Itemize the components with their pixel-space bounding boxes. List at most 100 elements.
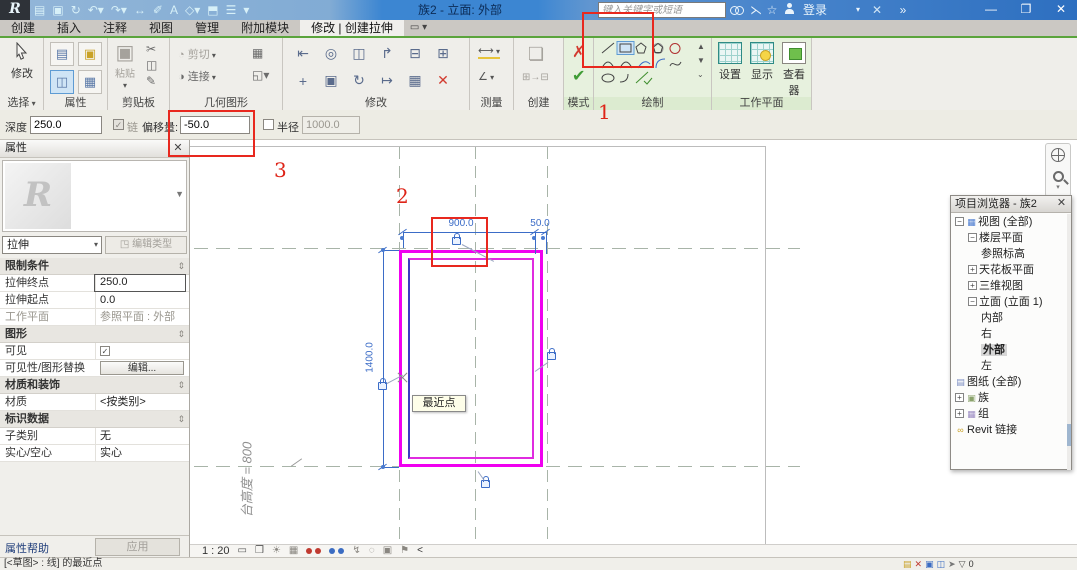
reference-plane-right[interactable] — [547, 147, 548, 543]
cut-geometry-button[interactable]: ◔ 剪切 — [178, 46, 216, 62]
constraints-icon[interactable]: ⚑ — [400, 545, 409, 557]
tree-item-views[interactable]: −▦视图 (全部) — [951, 214, 1071, 230]
type-selector-dropdown-icon[interactable]: ▼ — [175, 189, 184, 199]
workplane-show-button[interactable]: 显示 — [746, 42, 778, 82]
prop-row-material[interactable]: 材质 <按类别> — [0, 394, 189, 411]
collapse-icon[interactable]: − — [955, 217, 964, 226]
depth-input[interactable] — [30, 116, 102, 134]
sun-path-icon[interactable]: ☀ — [272, 545, 281, 557]
project-browser-header[interactable]: 项目浏览器 - 族2 ✕ — [951, 196, 1071, 213]
paste-icon[interactable]: ▣ 粘贴 — [112, 40, 138, 91]
constraint-lock-left-icon[interactable] — [378, 382, 387, 390]
tree-item-left[interactable]: 左 — [951, 358, 1071, 374]
split-icon[interactable]: ⊟ — [409, 45, 421, 62]
browser-scrollbar[interactable] — [1067, 214, 1071, 470]
section-icon[interactable]: ⬒ — [207, 3, 218, 17]
reveal-hidden-elements-icon[interactable] — [329, 547, 344, 555]
tree-item-ref-level[interactable]: 参照标高 — [951, 246, 1071, 262]
default-3d-view-icon[interactable]: ◇▾ — [185, 3, 200, 17]
tree-item-3d-views[interactable]: +三维视图 — [951, 278, 1071, 294]
filter-icon[interactable]: ▽ — [959, 558, 966, 570]
exchange-apps-icon[interactable]: ✕ — [868, 0, 886, 20]
properties-toggle-icon[interactable]: ◫ — [50, 70, 74, 94]
favorites-star-icon[interactable]: ☆ — [764, 0, 780, 20]
open-icon[interactable]: ▤ — [34, 3, 45, 17]
visibility-edit-button[interactable]: 编辑... — [100, 361, 184, 375]
properties-panel-header[interactable]: 属性 ✕ — [0, 140, 189, 158]
properties-palette-icon[interactable]: ▤ — [50, 42, 74, 66]
temporary-hide-isolate-icon[interactable] — [306, 547, 321, 555]
sync-icon[interactable]: ↻ — [71, 3, 81, 17]
shadows-icon[interactable]: ▦ — [289, 545, 298, 557]
exclude-options-icon[interactable]: ✕ — [915, 558, 923, 570]
crop-region-top[interactable] — [190, 146, 765, 147]
tree-item-floor-plans[interactable]: −楼层平面 — [951, 230, 1071, 246]
sign-in-label[interactable]: 登录 — [798, 0, 832, 20]
infocenter-expand-icon[interactable]: » — [895, 0, 911, 20]
aligned-dimension-icon[interactable]: ✐ — [153, 3, 163, 17]
expand-icon[interactable]: + — [968, 265, 977, 274]
copy-icon[interactable]: ▣ — [324, 72, 337, 89]
view-scale[interactable]: 1 : 20 — [202, 545, 230, 557]
tab-view[interactable]: 视图 — [138, 20, 184, 36]
tree-item-revit-links[interactable]: ∞Revit 链接 — [951, 422, 1071, 438]
temporary-view-properties-icon[interactable]: ↯ — [352, 545, 360, 557]
copy-to-clipboard-icon[interactable]: ◫ — [146, 58, 157, 72]
array-icon[interactable]: ▦ — [408, 72, 421, 89]
edit-type-button[interactable]: ◳ 编辑类型 — [105, 236, 187, 254]
dimension-height-value[interactable]: 1400.0 — [365, 336, 376, 380]
measure-icon[interactable]: ↔ — [134, 3, 146, 17]
tree-item-ceiling-plans[interactable]: +天花板平面 — [951, 262, 1071, 278]
panel-label-select[interactable]: 选择 — [0, 97, 43, 110]
mirror-icon[interactable]: ◫ — [352, 45, 365, 62]
chain-checkbox[interactable]: ✓ — [113, 119, 124, 130]
thin-lines-icon[interactable]: ☰ — [226, 3, 237, 17]
align-icon[interactable]: ⇤ — [297, 45, 309, 62]
steering-wheel-icon[interactable] — [1051, 148, 1065, 162]
finish-sketch-icon[interactable]: ✔ — [572, 66, 585, 86]
undo-icon[interactable]: ↶▾ — [88, 3, 104, 17]
hide-analytical-icon[interactable]: ◌ — [369, 545, 375, 557]
prop-row-subcategory[interactable]: 子类别 无 — [0, 428, 189, 445]
tree-item-interior[interactable]: 内部 — [951, 310, 1071, 326]
delete-icon[interactable]: ✕ — [437, 72, 449, 89]
minimize-button[interactable]: — — [975, 0, 1007, 20]
draw-scroll-down-icon[interactable]: ▼ — [697, 56, 705, 65]
workplane-set-button[interactable]: 设置 — [714, 42, 746, 82]
tab-addins[interactable]: 附加模块 — [230, 20, 300, 36]
tree-item-right[interactable]: 右 — [951, 326, 1071, 342]
move-icon[interactable]: + — [299, 73, 307, 89]
trim-extend-icon[interactable]: ↦ — [381, 72, 393, 89]
prop-row-extrusion-end[interactable]: 拉伸终点 250.0 — [0, 275, 189, 292]
project-browser-close-icon[interactable]: ✕ — [1055, 197, 1068, 210]
cut-to-clipboard-icon[interactable]: ✂ — [146, 42, 156, 56]
tab-insert[interactable]: 插入 — [46, 20, 92, 36]
prop-row-visible[interactable]: 可见 ✓ — [0, 343, 189, 360]
dimension-line-left[interactable] — [383, 250, 384, 467]
properties-help-link[interactable]: 属性帮助 — [5, 540, 49, 556]
tree-item-groups[interactable]: +▦组 — [951, 406, 1071, 422]
prop-group-constraints[interactable]: 限制条件⇕ — [0, 258, 189, 275]
collapse-icon[interactable]: − — [968, 233, 977, 242]
rotate-icon[interactable]: ↻ — [353, 72, 365, 89]
tab-create[interactable]: 创建 — [0, 20, 46, 36]
collapse-icon[interactable]: − — [968, 297, 977, 306]
save-icon[interactable]: ▣ — [52, 3, 63, 17]
match-type-icon[interactable]: ✎ — [146, 74, 156, 88]
prop-group-materials[interactable]: 材质和装饰⇕ — [0, 377, 189, 394]
prop-group-graphics[interactable]: 图形⇕ — [0, 326, 189, 343]
reference-plane-top[interactable] — [194, 248, 800, 249]
sill-height-label[interactable]: 台高度 = 800 — [237, 414, 256, 545]
family-types-icon[interactable]: ▦ — [78, 70, 102, 94]
tab-manage[interactable]: 管理 — [184, 20, 230, 36]
dimension-offset-value[interactable]: 50.0 — [520, 218, 560, 229]
sketch-rectangle-inner[interactable] — [408, 258, 534, 459]
select-toggle-icon[interactable]: ➤ — [948, 558, 956, 570]
qat-customize-icon[interactable]: ▾ — [243, 3, 249, 17]
zoom-icon[interactable] — [1053, 171, 1064, 182]
create-group-icon[interactable]: ❏ — [528, 44, 544, 65]
subscription-icon[interactable]: ⋋ — [748, 0, 764, 20]
prop-group-identity[interactable]: 标识数据⇕ — [0, 411, 189, 428]
pin-icon[interactable]: ⊞ — [437, 45, 449, 62]
tree-item-sheets[interactable]: ▤图纸 (全部) — [951, 374, 1071, 390]
